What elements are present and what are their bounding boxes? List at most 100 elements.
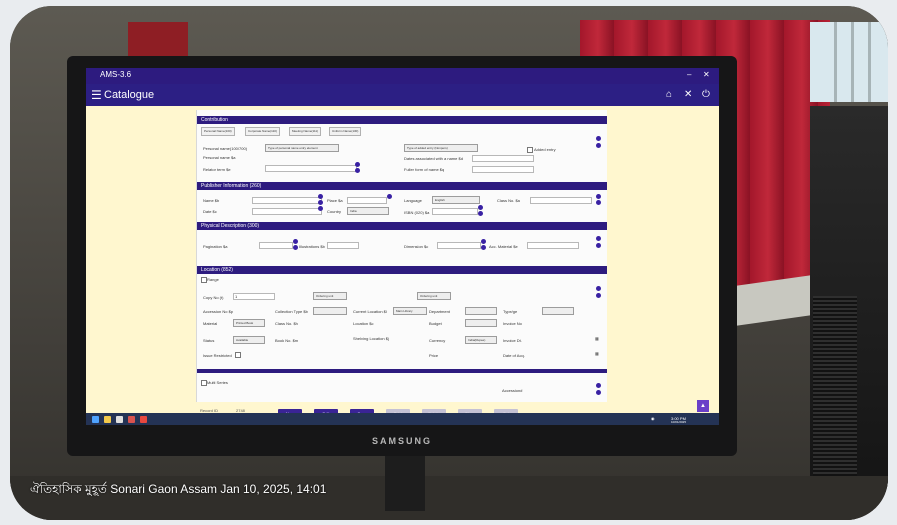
language-select[interactable]: English [432, 196, 480, 204]
class-no-input[interactable] [530, 197, 592, 204]
label-shelving: Shelving Location $j [353, 336, 389, 341]
physical-remove-icon[interactable] [596, 243, 601, 248]
label-personal-name: Personal name(100/700) [203, 146, 248, 151]
relator-input[interactable] [265, 165, 357, 172]
photo-caption: ঐতিহাসিক মুহূর্ত Sonari Gaon Assam Jan 1… [30, 482, 327, 496]
close-window-icon[interactable]: ✕ [703, 70, 710, 79]
label-invoice-no: Invoice No [503, 321, 522, 326]
home-icon[interactable]: ⌂ [666, 89, 672, 100]
label-date: Date $c [203, 209, 217, 214]
pagination-knob-icon-2[interactable] [293, 245, 298, 250]
app-icon-red-2[interactable] [140, 416, 147, 423]
status-select[interactable]: Available [233, 336, 265, 344]
name-input[interactable] [252, 197, 322, 204]
current-location-select[interactable]: Main Library [393, 307, 427, 315]
material-select[interactable]: Printed Book [233, 319, 265, 327]
copy-no-input[interactable]: 1 [233, 293, 275, 300]
illustrations-input[interactable] [327, 242, 359, 249]
name-knob-icon-2[interactable] [318, 200, 323, 205]
country-select[interactable]: India [347, 207, 389, 215]
tab-corporate-name[interactable]: Corporate Name(110) [245, 127, 280, 136]
label-budget: Budget [429, 321, 442, 326]
label-country: Country [327, 209, 342, 214]
label-language: Language [404, 198, 422, 203]
date-input[interactable] [252, 208, 322, 215]
fuller-form-input[interactable] [472, 166, 534, 173]
minimize-icon[interactable]: – [687, 70, 691, 79]
label-isbn: ISBN (020) $a [404, 210, 430, 215]
relator-knob-icon-2[interactable] [355, 168, 360, 173]
label-fuller-form: Fuller form of name $q [404, 167, 445, 172]
date-knob-icon[interactable] [318, 206, 323, 211]
type-select[interactable] [542, 307, 574, 315]
type-added-select[interactable]: Type of added entry (Nonpers) [404, 144, 478, 152]
copy-no-value: 1 [235, 294, 238, 299]
file-explorer-icon[interactable] [104, 416, 111, 423]
section-contribution: Contribution [197, 116, 607, 124]
added-entry-checkbox[interactable] [527, 147, 533, 153]
invoice-calendar-icon[interactable]: ▦ [595, 336, 599, 341]
isbn-knob-icon-2[interactable] [478, 211, 483, 216]
section-location: Location (852) [197, 266, 607, 274]
catalogue-form: Contribution Personal Name(100) Corporat… [196, 110, 607, 402]
label-personal-name-a: Personal name $a [203, 155, 236, 160]
network-icon[interactable]: ◉ [651, 416, 655, 421]
dimension-input[interactable] [437, 242, 481, 249]
type-personal-select[interactable]: Type of personal name entry element [265, 144, 339, 152]
dimension-knob-icon-2[interactable] [481, 245, 486, 250]
close-icon[interactable]: ✕ [684, 89, 692, 100]
label-added-entry: Added entry [534, 147, 556, 152]
dates-input[interactable] [472, 155, 534, 162]
pc-cabinet-grill [813, 296, 857, 486]
class-no-knob-icon[interactable] [596, 194, 601, 199]
add-button-icon[interactable] [596, 136, 601, 141]
remove-button-icon[interactable] [596, 143, 601, 148]
series-remove-icon[interactable] [596, 390, 601, 395]
name-knob-icon[interactable] [318, 194, 323, 199]
acq-calendar-icon[interactable]: ▦ [595, 351, 599, 356]
series-add-icon[interactable] [596, 383, 601, 388]
label-class-no-2: Class No. $h [275, 321, 298, 326]
app-icon-red[interactable] [128, 416, 135, 423]
tab-personal-name[interactable]: Personal Name(100) [201, 127, 235, 136]
issue-restricted-checkbox[interactable] [235, 352, 241, 358]
pagination-knob-icon[interactable] [293, 239, 298, 244]
label-dimension: Dimension $c [404, 244, 429, 249]
monitor-screen: AMS-3.6 – ✕ ☰ Catalogue ⌂ ✕ ⏻ Contributi… [86, 68, 719, 425]
location-add-icon[interactable] [596, 286, 601, 291]
department-select[interactable] [465, 307, 497, 315]
relator-knob-icon[interactable] [355, 162, 360, 167]
dimension-knob-icon[interactable] [481, 239, 486, 244]
label-currency: Currency [429, 338, 446, 343]
class-no-knob-icon-2[interactable] [596, 200, 601, 205]
power-icon[interactable]: ⏻ [702, 89, 710, 100]
ordering-unit-select-2[interactable]: Ordering unit [417, 292, 451, 300]
label-copy-no: Copy No (t) [203, 295, 224, 300]
acc-material-input[interactable] [527, 242, 579, 249]
label-issue-restricted: Issue Restricted [203, 353, 232, 358]
tab-meeting-name[interactable]: Meeting Name(111) [289, 127, 322, 136]
physical-add-icon[interactable] [596, 236, 601, 241]
chrome-icon[interactable] [116, 416, 123, 423]
pagination-input[interactable] [259, 242, 293, 249]
isbn-knob-icon[interactable] [478, 205, 483, 210]
currency-select[interactable]: India(Rupee) [465, 336, 497, 344]
tab-uniform-name[interactable]: Uniform Name(130) [329, 127, 362, 136]
place-input[interactable] [347, 197, 387, 204]
isbn-input[interactable] [432, 208, 478, 215]
app-title: Catalogue [104, 89, 155, 101]
start-icon[interactable] [92, 416, 99, 423]
collection-select[interactable] [313, 307, 347, 315]
section-publisher: Publisher Information (260) [197, 182, 607, 190]
scroll-up-button[interactable]: ▲ [697, 400, 709, 412]
label-range: Range [207, 277, 219, 282]
ordering-unit-select[interactable]: Ordering unit [313, 292, 347, 300]
label-pagination: Pagination $a [203, 244, 228, 249]
location-remove-icon[interactable] [596, 293, 601, 298]
place-knob-icon[interactable] [387, 194, 392, 199]
budget-select[interactable] [465, 319, 497, 327]
label-department: Department [429, 309, 450, 314]
label-price: Price [429, 353, 439, 358]
section-physical: Physical Description (300) [197, 222, 607, 230]
hamburger-menu-icon[interactable]: ☰ [91, 88, 102, 102]
